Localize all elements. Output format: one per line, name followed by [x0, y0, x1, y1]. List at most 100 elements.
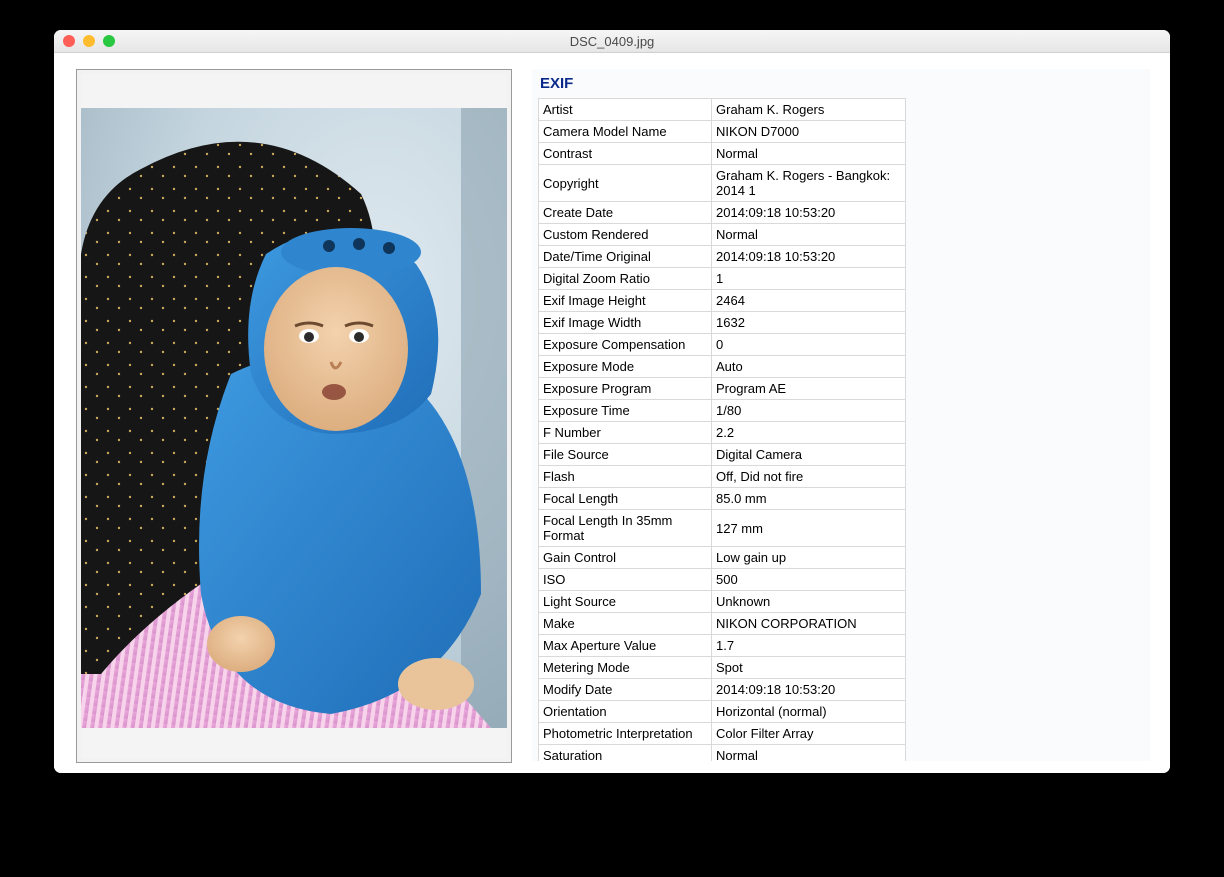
exif-key: ISO [539, 569, 712, 591]
exif-key: Photometric Interpretation [539, 723, 712, 745]
exif-key: Digital Zoom Ratio [539, 268, 712, 290]
table-row: OrientationHorizontal (normal) [539, 701, 906, 723]
exif-key: Create Date [539, 202, 712, 224]
table-row: Exif Image Width1632 [539, 312, 906, 334]
app-window: DSC_0409.jpg [54, 30, 1170, 773]
table-row: MakeNIKON CORPORATION [539, 613, 906, 635]
exif-key: Max Aperture Value [539, 635, 712, 657]
exif-key: Artist [539, 99, 712, 121]
table-row: Modify Date2014:09:18 10:53:20 [539, 679, 906, 701]
table-row: Custom RenderedNormal [539, 224, 906, 246]
exif-value: Unknown [712, 591, 906, 613]
table-row: Metering ModeSpot [539, 657, 906, 679]
exif-value: 2014:09:18 10:53:20 [712, 246, 906, 268]
exif-heading: EXIF [538, 73, 1144, 98]
content-area: EXIF ArtistGraham K. RogersCamera Model … [54, 53, 1170, 773]
table-row: File SourceDigital Camera [539, 444, 906, 466]
exif-value: 0 [712, 334, 906, 356]
exif-key: Metering Mode [539, 657, 712, 679]
exif-value: 2.2 [712, 422, 906, 444]
image-frame [76, 69, 512, 763]
exif-key: Focal Length In 35mm Format [539, 510, 712, 547]
exif-value: 1 [712, 268, 906, 290]
exif-value: Digital Camera [712, 444, 906, 466]
exif-value: Horizontal (normal) [712, 701, 906, 723]
exif-key: Custom Rendered [539, 224, 712, 246]
table-row: F Number2.2 [539, 422, 906, 444]
exif-key: Make [539, 613, 712, 635]
zoom-icon[interactable] [103, 35, 115, 47]
exif-value: NIKON CORPORATION [712, 613, 906, 635]
exif-key: Light Source [539, 591, 712, 613]
exif-value: Color Filter Array [712, 723, 906, 745]
exif-key: Exif Image Height [539, 290, 712, 312]
close-icon[interactable] [63, 35, 75, 47]
table-row: Date/Time Original2014:09:18 10:53:20 [539, 246, 906, 268]
table-row: ContrastNormal [539, 143, 906, 165]
exif-key: Exposure Mode [539, 356, 712, 378]
window-title: DSC_0409.jpg [54, 34, 1170, 49]
exif-key: Date/Time Original [539, 246, 712, 268]
exif-value: Auto [712, 356, 906, 378]
table-row: ISO500 [539, 569, 906, 591]
table-row: SaturationNormal [539, 745, 906, 762]
exif-key: Gain Control [539, 547, 712, 569]
table-row: Photometric InterpretationColor Filter A… [539, 723, 906, 745]
table-row: Create Date2014:09:18 10:53:20 [539, 202, 906, 224]
exif-value: 1/80 [712, 400, 906, 422]
exif-value: Normal [712, 745, 906, 762]
exif-key: Orientation [539, 701, 712, 723]
exif-value: 1632 [712, 312, 906, 334]
table-row: Gain ControlLow gain up [539, 547, 906, 569]
table-row: Exposure Compensation0 [539, 334, 906, 356]
exif-table: ArtistGraham K. RogersCamera Model NameN… [538, 98, 906, 761]
exif-value: Program AE [712, 378, 906, 400]
table-row: Camera Model NameNIKON D7000 [539, 121, 906, 143]
exif-key: Saturation [539, 745, 712, 762]
exif-key: Copyright [539, 165, 712, 202]
exif-value: NIKON D7000 [712, 121, 906, 143]
exif-value: Spot [712, 657, 906, 679]
exif-value: 2014:09:18 10:53:20 [712, 679, 906, 701]
exif-key: Exposure Program [539, 378, 712, 400]
exif-key: Camera Model Name [539, 121, 712, 143]
exif-value: Low gain up [712, 547, 906, 569]
exif-value: 85.0 mm [712, 488, 906, 510]
exif-key: Modify Date [539, 679, 712, 701]
table-row: Focal Length In 35mm Format127 mm [539, 510, 906, 547]
image-preview-pane [76, 69, 512, 761]
titlebar[interactable]: DSC_0409.jpg [54, 30, 1170, 53]
exif-key: File Source [539, 444, 712, 466]
exif-value: Normal [712, 224, 906, 246]
exif-panel: EXIF ArtistGraham K. RogersCamera Model … [532, 69, 1150, 761]
table-row: CopyrightGraham K. Rogers - Bangkok: 201… [539, 165, 906, 202]
table-row: Exposure ProgramProgram AE [539, 378, 906, 400]
exif-value: Graham K. Rogers - Bangkok: 2014 1 [712, 165, 906, 202]
exif-key: Exposure Time [539, 400, 712, 422]
table-row: Exposure ModeAuto [539, 356, 906, 378]
exif-value: 2464 [712, 290, 906, 312]
exif-key: Focal Length [539, 488, 712, 510]
exif-key: Contrast [539, 143, 712, 165]
exif-key: Exposure Compensation [539, 334, 712, 356]
table-row: Focal Length85.0 mm [539, 488, 906, 510]
exif-key: F Number [539, 422, 712, 444]
table-row: FlashOff, Did not fire [539, 466, 906, 488]
photo-image [81, 74, 507, 758]
table-row: Max Aperture Value1.7 [539, 635, 906, 657]
exif-value: 1.7 [712, 635, 906, 657]
exif-value: 500 [712, 569, 906, 591]
exif-value: Normal [712, 143, 906, 165]
table-row: Exposure Time1/80 [539, 400, 906, 422]
exif-key: Exif Image Width [539, 312, 712, 334]
table-row: Light SourceUnknown [539, 591, 906, 613]
table-row: Digital Zoom Ratio1 [539, 268, 906, 290]
minimize-icon[interactable] [83, 35, 95, 47]
exif-value: 2014:09:18 10:53:20 [712, 202, 906, 224]
exif-value: Graham K. Rogers [712, 99, 906, 121]
exif-key: Flash [539, 466, 712, 488]
window-controls [54, 35, 115, 47]
table-row: Exif Image Height2464 [539, 290, 906, 312]
exif-value: Off, Did not fire [712, 466, 906, 488]
exif-value: 127 mm [712, 510, 906, 547]
